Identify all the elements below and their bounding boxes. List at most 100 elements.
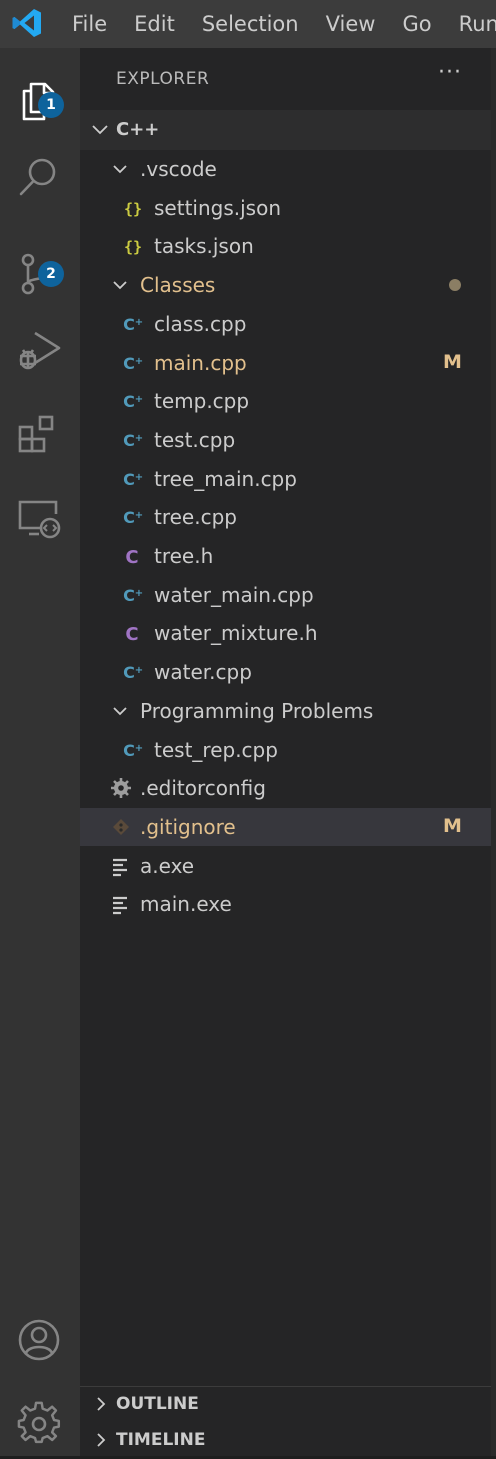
activity-remote-explorer[interactable] <box>0 480 80 552</box>
tree-folder[interactable]: .vscode <box>80 150 491 188</box>
tree-file[interactable]: main.exe <box>80 885 491 923</box>
tree-file[interactable]: {} settings.json <box>80 189 491 227</box>
activity-manage[interactable] <box>0 1385 80 1457</box>
svg-text:C: C <box>123 392 135 411</box>
tree-file[interactable]: Ctree.h <box>80 537 491 575</box>
tree-file[interactable]: C + water.cpp <box>80 653 491 691</box>
tree-folder[interactable]: Classes <box>80 266 491 304</box>
outline-panel-header[interactable]: OUTLINE <box>80 1387 496 1423</box>
tree-file[interactable]: .gitignore M <box>80 807 491 846</box>
chevron-down-icon <box>92 125 108 135</box>
git-status-badge: M <box>443 814 462 837</box>
activity-explorer[interactable]: 1 <box>0 62 80 134</box>
menu-item-edit[interactable]: Edit <box>134 12 175 36</box>
activity-extensions[interactable] <box>0 395 80 467</box>
svg-text:C: C <box>123 354 135 373</box>
svg-text:C: C <box>123 508 135 527</box>
tree-file[interactable]: C + temp.cpp <box>80 382 491 420</box>
activity-account[interactable] <box>0 1302 80 1374</box>
svg-text:C: C <box>123 431 135 450</box>
tree-item-label: Classes <box>140 273 216 298</box>
svg-text:C: C <box>123 315 135 334</box>
tree-item-label: water_main.cpp <box>154 582 314 607</box>
source-control-badge: 2 <box>38 261 64 287</box>
tree-item-label: main.exe <box>140 892 232 917</box>
outline-label: OUTLINE <box>116 1394 199 1414</box>
menu-item-run[interactable]: Run <box>459 12 496 36</box>
explorer-title: EXPLORER <box>116 69 210 89</box>
tree-item-label: tree_main.cpp <box>154 466 297 491</box>
json-file-icon: {} <box>124 238 142 256</box>
menu-item-file[interactable]: File <box>72 12 107 36</box>
tree-item-label: settings.json <box>154 195 282 220</box>
menu-item-view[interactable]: View <box>326 12 376 36</box>
tree-item-label: .editorconfig <box>140 776 266 801</box>
sidebar-panels: OUTLINE TIMELINE <box>80 1386 496 1457</box>
search-icon <box>19 158 56 196</box>
svg-text:C: C <box>123 470 135 489</box>
root-folder-header[interactable]: C++ <box>80 110 491 150</box>
timeline-panel-header[interactable]: TIMELINE <box>80 1423 496 1459</box>
text-file-icon <box>113 858 127 876</box>
tree-item-label: tree.cpp <box>154 505 237 530</box>
tree-file[interactable]: C + tree_main.cpp <box>80 460 491 498</box>
svg-text:C: C <box>123 663 135 682</box>
tree-item-label: test.cpp <box>154 427 236 452</box>
svg-text:C: C <box>123 586 135 605</box>
tree-file[interactable]: C + main.cpp M <box>80 344 491 382</box>
cpp-file-icon: C + <box>123 392 143 411</box>
activity-source-control[interactable]: 2 <box>0 236 80 308</box>
tree-file[interactable]: C + water_main.cpp <box>80 576 491 614</box>
tree-file[interactable]: C + class.cpp <box>80 305 491 343</box>
tree-item-label: tasks.json <box>154 234 254 259</box>
timeline-label: TIMELINE <box>116 1430 206 1450</box>
tree-item-label: test_rep.cpp <box>154 737 278 762</box>
explorer-sidebar: EXPLORER ··· C++ .vscode{} settings.json{… <box>80 48 496 1456</box>
json-file-icon: {} <box>124 200 142 218</box>
gear-icon <box>111 778 131 799</box>
activity-search[interactable] <box>0 139 80 211</box>
vscode-logo-icon <box>12 9 41 37</box>
tree-file[interactable]: .editorconfig <box>80 769 491 807</box>
cpp-file-icon: C + <box>123 470 143 489</box>
tree-file[interactable]: a.exe <box>80 847 491 885</box>
text-file-icon <box>113 897 127 915</box>
more-actions-button[interactable]: ··· <box>438 60 462 85</box>
git-status-badge: M <box>443 350 462 373</box>
svg-text:+: + <box>135 665 143 676</box>
activity-run-debug[interactable] <box>0 312 80 384</box>
svg-text:+: + <box>135 317 143 328</box>
menu-item-selection[interactable]: Selection <box>202 12 299 36</box>
svg-text:+: + <box>135 356 143 367</box>
cpp-file-icon: C + <box>123 508 143 527</box>
tree-file[interactable]: C + test_rep.cpp <box>80 731 491 769</box>
tree-item-label: .vscode <box>140 157 217 181</box>
tree-folder[interactable]: Programming Problems <box>80 692 491 730</box>
editor-edge <box>491 48 496 1456</box>
account-icon <box>18 1319 60 1361</box>
tree-file[interactable]: C + test.cpp <box>80 421 491 459</box>
git-file-icon <box>113 818 129 835</box>
tree-item-label: main.cpp <box>154 350 247 375</box>
svg-text:C: C <box>123 741 135 760</box>
tree-item-label: temp.cpp <box>154 389 250 414</box>
chevron-down-icon <box>113 707 127 716</box>
tree-file[interactable]: C + tree.cpp <box>80 498 491 536</box>
svg-text:+: + <box>135 472 143 483</box>
menu-item-go[interactable]: Go <box>402 12 431 36</box>
svg-text:+: + <box>135 433 143 444</box>
remote-explorer-icon <box>18 500 61 539</box>
tree-item-label: water.cpp <box>154 660 252 685</box>
extensions-icon <box>18 415 54 453</box>
root-folder-label: C++ <box>116 119 160 140</box>
tree-item-label: class.cpp <box>154 311 247 336</box>
tree-file[interactable]: Cwater_mixture.h <box>80 614 491 652</box>
tree-file[interactable]: {} tasks.json <box>80 227 491 265</box>
svg-text:{}: {} <box>124 200 142 218</box>
activity-bar: 1 2 <box>0 48 80 1456</box>
settings-gear-icon <box>17 1401 61 1444</box>
cpp-file-icon: C + <box>123 586 143 605</box>
modified-dot-indicator <box>449 279 461 292</box>
svg-text:C: C <box>125 624 138 644</box>
svg-text:+: + <box>135 394 143 405</box>
